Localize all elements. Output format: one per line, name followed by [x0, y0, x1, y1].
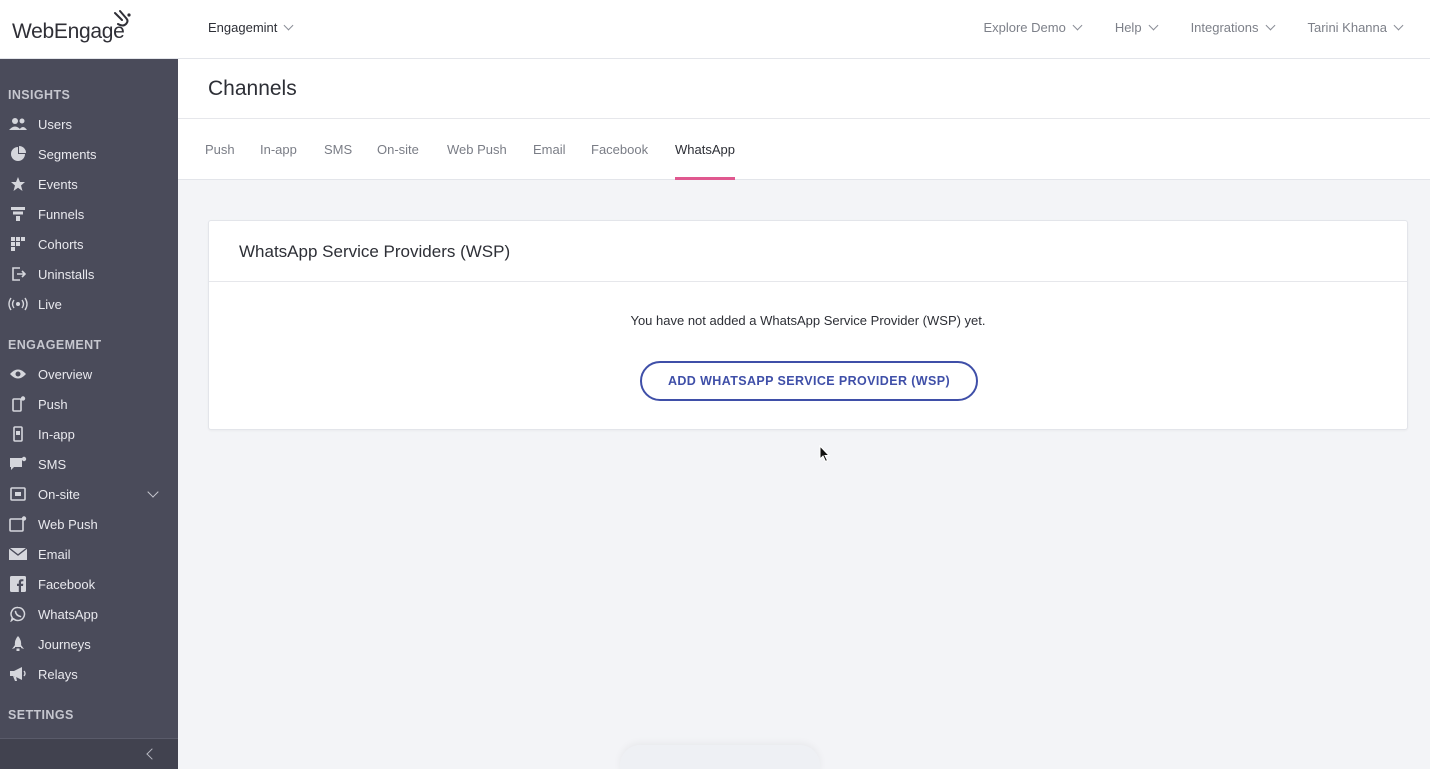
help-menu[interactable]: Help	[1115, 20, 1159, 35]
sidebar: INSIGHTS Users Segments Events Funnels C…	[0, 59, 178, 769]
envelope-icon	[8, 546, 28, 562]
webengage-logo[interactable]: WebEngage	[12, 10, 131, 44]
project-selector[interactable]: Engagemint	[208, 20, 294, 35]
mobile-icon	[8, 426, 28, 442]
sidebar-item-uninstalls[interactable]: Uninstalls	[0, 259, 178, 289]
sidebar-item-cohorts[interactable]: Cohorts	[0, 229, 178, 259]
sidebar-item-in-app[interactable]: In-app	[0, 419, 178, 449]
tab-web-push[interactable]: Web Push	[447, 142, 507, 180]
card-title: WhatsApp Service Providers (WSP)	[239, 242, 511, 261]
megaphone-icon	[8, 666, 28, 682]
tab-push[interactable]: Push	[205, 142, 235, 180]
card-header: WhatsApp Service Providers (WSP)	[209, 221, 1407, 282]
sidebar-item-push[interactable]: Push	[0, 389, 178, 419]
sidebar-item-relays[interactable]: Relays	[0, 659, 178, 689]
grid-icon	[8, 236, 28, 252]
empty-state-message: You have not added a WhatsApp Service Pr…	[630, 313, 986, 328]
sidebar-item-sms[interactable]: SMS	[0, 449, 178, 479]
user-menu[interactable]: Tarini Khanna	[1308, 20, 1404, 35]
pie-chart-icon	[8, 146, 28, 162]
mouse-cursor-icon	[819, 445, 831, 463]
exit-icon	[8, 266, 28, 282]
chevron-down-icon	[1393, 20, 1404, 31]
page-title: Channels	[208, 77, 297, 100]
sidebar-collapse-bar[interactable]	[0, 738, 178, 769]
sidebar-item-users[interactable]: Users	[0, 109, 178, 139]
sidebar-item-facebook[interactable]: Facebook	[0, 569, 178, 599]
project-name: Engagemint	[208, 20, 278, 35]
page-header: Channels	[178, 59, 1430, 119]
floating-widget	[620, 745, 820, 769]
chevron-down-icon[interactable]	[147, 486, 159, 498]
chat-icon	[8, 456, 28, 472]
sidebar-item-live[interactable]: Live	[0, 289, 178, 319]
sidebar-item-whatsapp[interactable]: WhatsApp	[0, 599, 178, 629]
top-nav: Explore Demo Help Integrations Tarini Kh…	[949, 20, 1404, 35]
tab-on-site[interactable]: On-site	[377, 142, 419, 180]
tab-in-app[interactable]: In-app	[260, 142, 297, 180]
sidebar-section-settings: SETTINGS	[8, 708, 74, 722]
users-icon	[8, 116, 28, 132]
chevron-left-icon[interactable]	[146, 748, 158, 760]
rocket-icon	[8, 636, 28, 652]
whatsapp-icon	[8, 606, 28, 622]
funnel-icon	[8, 206, 28, 222]
tab-facebook[interactable]: Facebook	[591, 142, 648, 180]
logo-text: WebEngage	[12, 20, 125, 43]
tab-sms[interactable]: SMS	[324, 142, 352, 180]
top-bar: WebEngage Engagemint Explore Demo Help I…	[0, 0, 1430, 59]
chevron-down-icon	[1265, 20, 1275, 31]
facebook-icon	[8, 576, 28, 592]
star-icon	[8, 176, 28, 192]
tab-whatsapp[interactable]: WhatsApp	[675, 142, 735, 180]
chevron-down-icon	[283, 20, 294, 31]
sidebar-item-email[interactable]: Email	[0, 539, 178, 569]
broadcast-icon	[8, 296, 28, 312]
add-wsp-button[interactable]: ADD WHATSAPP SERVICE PROVIDER (WSP)	[640, 361, 978, 401]
sidebar-item-web-push[interactable]: Web Push	[0, 509, 178, 539]
integrations-menu[interactable]: Integrations	[1191, 20, 1275, 35]
sidebar-section-engagement: ENGAGEMENT	[8, 338, 102, 352]
mobile-push-icon	[8, 396, 28, 412]
sidebar-section-insights: INSIGHTS	[8, 88, 71, 102]
sidebar-item-on-site[interactable]: On-site	[0, 479, 178, 509]
chevron-down-icon	[1148, 20, 1159, 31]
explore-demo-menu[interactable]: Explore Demo	[983, 20, 1083, 35]
browser-icon	[8, 486, 28, 502]
chevron-down-icon	[1072, 20, 1083, 31]
sidebar-item-journeys[interactable]: Journeys	[0, 629, 178, 659]
bird-icon	[114, 10, 131, 27]
sidebar-item-overview[interactable]: Overview	[0, 359, 178, 389]
web-push-icon	[8, 516, 28, 532]
channel-tabs: Push In-app SMS On-site Web Push Email F…	[178, 119, 1430, 180]
wsp-card: WhatsApp Service Providers (WSP) You hav…	[208, 220, 1408, 430]
sidebar-item-events[interactable]: Events	[0, 169, 178, 199]
tab-email[interactable]: Email	[533, 142, 566, 180]
sidebar-item-segments[interactable]: Segments	[0, 139, 178, 169]
eye-icon	[8, 366, 28, 382]
sidebar-item-funnels[interactable]: Funnels	[0, 199, 178, 229]
